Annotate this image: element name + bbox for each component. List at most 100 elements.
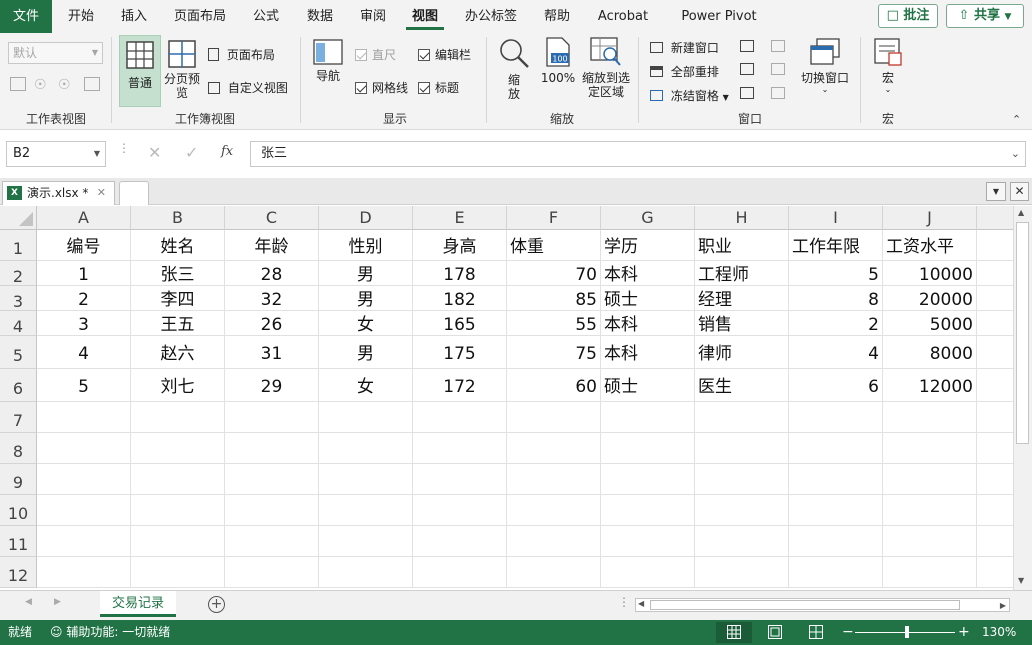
row-header-3[interactable]: 3 — [0, 286, 37, 311]
cell-b1[interactable]: 姓名 — [131, 230, 225, 261]
cell-e4[interactable]: 165 — [413, 311, 507, 336]
normal-view-status-button[interactable] — [716, 622, 752, 643]
cell-c7[interactable] — [225, 402, 319, 433]
column-header-j[interactable]: J — [883, 206, 977, 230]
horizontal-scrollbar[interactable]: ◀ — [635, 598, 1010, 612]
cell-k8[interactable] — [977, 433, 1013, 464]
cell-e1[interactable]: 身高 — [413, 230, 507, 261]
cell-j10[interactable] — [883, 495, 977, 526]
workbook-tab[interactable]: X 演示.xlsx * ✕ — [2, 181, 115, 205]
row-header-11[interactable]: 11 — [0, 526, 37, 557]
cell-i4[interactable]: 2 — [789, 311, 883, 336]
column-header-e[interactable]: E — [413, 206, 507, 230]
cell-k7[interactable] — [977, 402, 1013, 433]
cell-a7[interactable] — [37, 402, 131, 433]
sheet-tab-transactions[interactable]: 交易记录 — [100, 591, 176, 617]
cell-f3[interactable]: 85 — [507, 286, 601, 311]
formula-bar-checkbox[interactable]: 编辑栏 — [418, 46, 471, 63]
custom-views-button[interactable]: 自定义视图 — [208, 79, 288, 96]
scroll-left-icon[interactable]: ◀ — [638, 599, 644, 608]
collapse-ribbon-icon[interactable]: ⌃ — [1012, 113, 1021, 126]
cell-c10[interactable] — [225, 495, 319, 526]
column-header-i[interactable]: I — [789, 206, 883, 230]
tab-home[interactable]: 开始 — [56, 0, 106, 33]
close-icon[interactable]: ✕ — [1010, 182, 1029, 201]
cell-g3[interactable]: 硕士 — [601, 286, 695, 311]
cell-a5[interactable]: 4 — [37, 336, 131, 369]
split-icon[interactable] — [740, 40, 754, 52]
zoom-to-selection-button[interactable]: 缩放到选定区域 — [580, 37, 632, 105]
cell-k12[interactable] — [977, 557, 1013, 588]
cell-a11[interactable] — [37, 526, 131, 557]
row-header-5[interactable]: 5 — [0, 336, 37, 369]
cell-b5[interactable]: 赵六 — [131, 336, 225, 369]
hide-icon[interactable] — [740, 63, 754, 75]
cell-h2[interactable]: 工程师 — [695, 261, 789, 286]
vertical-scroll-thumb[interactable] — [1016, 222, 1029, 444]
cell-j7[interactable] — [883, 402, 977, 433]
name-box[interactable]: B2 ▼ — [6, 141, 106, 167]
cell-h12[interactable] — [695, 557, 789, 588]
switch-windows-button[interactable]: 切换窗口 ⌄ — [796, 37, 854, 105]
cell-g6[interactable]: 硕士 — [601, 369, 695, 402]
horizontal-scroll-thumb[interactable] — [650, 600, 960, 610]
cell-i12[interactable] — [789, 557, 883, 588]
cell-i7[interactable] — [789, 402, 883, 433]
cell-g12[interactable] — [601, 557, 695, 588]
cell-j1[interactable]: 工资水平 — [883, 230, 977, 261]
column-header-d[interactable]: D — [319, 206, 413, 230]
cell-f9[interactable] — [507, 464, 601, 495]
ruler-checkbox[interactable]: 直尺 — [355, 46, 396, 63]
cell-k4[interactable] — [977, 311, 1013, 336]
cell-d3[interactable]: 男 — [319, 286, 413, 311]
cell-f5[interactable]: 75 — [507, 336, 601, 369]
column-header-f[interactable]: F — [507, 206, 601, 230]
arrange-all-button[interactable]: 全部重排 — [650, 63, 719, 80]
prev-sheet-icon[interactable]: ◀ — [25, 597, 32, 607]
keep-view-icon[interactable] — [10, 77, 26, 91]
cell-c6[interactable]: 29 — [225, 369, 319, 402]
cell-b12[interactable] — [131, 557, 225, 588]
tab-view[interactable]: 视图 — [402, 0, 448, 33]
cell-i6[interactable]: 6 — [789, 369, 883, 402]
insert-function-button[interactable]: fx — [221, 144, 233, 159]
cell-c11[interactable] — [225, 526, 319, 557]
cell-f1[interactable]: 体重 — [507, 230, 601, 261]
new-view-icon[interactable]: ☉ — [58, 77, 71, 93]
cell-g5[interactable]: 本科 — [601, 336, 695, 369]
cell-g1[interactable]: 学历 — [601, 230, 695, 261]
macros-button[interactable]: 宏 ⌄ — [868, 37, 908, 105]
row-header-10[interactable]: 10 — [0, 495, 37, 526]
new-workbook-tab[interactable] — [119, 181, 149, 205]
cell-k5[interactable] — [977, 336, 1013, 369]
cell-g4[interactable]: 本科 — [601, 311, 695, 336]
row-header-12[interactable]: 12 — [0, 557, 37, 588]
freeze-panes-button[interactable]: 冻结窗格 ▼ — [650, 87, 729, 104]
cell-a2[interactable]: 1 — [37, 261, 131, 286]
next-sheet-icon[interactable]: ▶ — [54, 597, 61, 607]
row-header-1[interactable]: 1 — [0, 230, 37, 261]
scroll-up-icon[interactable]: ▲ — [1018, 208, 1024, 217]
cell-f11[interactable] — [507, 526, 601, 557]
cell-c4[interactable]: 26 — [225, 311, 319, 336]
cell-f4[interactable]: 55 — [507, 311, 601, 336]
cell-i1[interactable]: 工作年限 — [789, 230, 883, 261]
cell-a1[interactable]: 编号 — [37, 230, 131, 261]
cell-d6[interactable]: 女 — [319, 369, 413, 402]
cell-g9[interactable] — [601, 464, 695, 495]
cell-a4[interactable]: 3 — [37, 311, 131, 336]
cell-c12[interactable] — [225, 557, 319, 588]
cell-b2[interactable]: 张三 — [131, 261, 225, 286]
zoom-in-icon[interactable]: + — [958, 620, 970, 645]
cell-a12[interactable] — [37, 557, 131, 588]
cell-h10[interactable] — [695, 495, 789, 526]
cell-b4[interactable]: 王五 — [131, 311, 225, 336]
select-all-corner[interactable] — [0, 206, 37, 230]
cell-c5[interactable]: 31 — [225, 336, 319, 369]
add-sheet-button[interactable]: + — [208, 596, 225, 613]
zoom-button[interactable]: 缩放 — [494, 37, 534, 105]
page-break-status-button[interactable] — [798, 622, 834, 643]
column-header-b[interactable]: B — [131, 206, 225, 230]
tab-power-pivot[interactable]: Power Pivot — [672, 0, 766, 33]
formula-input[interactable]: 张三 ⌄ — [250, 141, 1026, 167]
